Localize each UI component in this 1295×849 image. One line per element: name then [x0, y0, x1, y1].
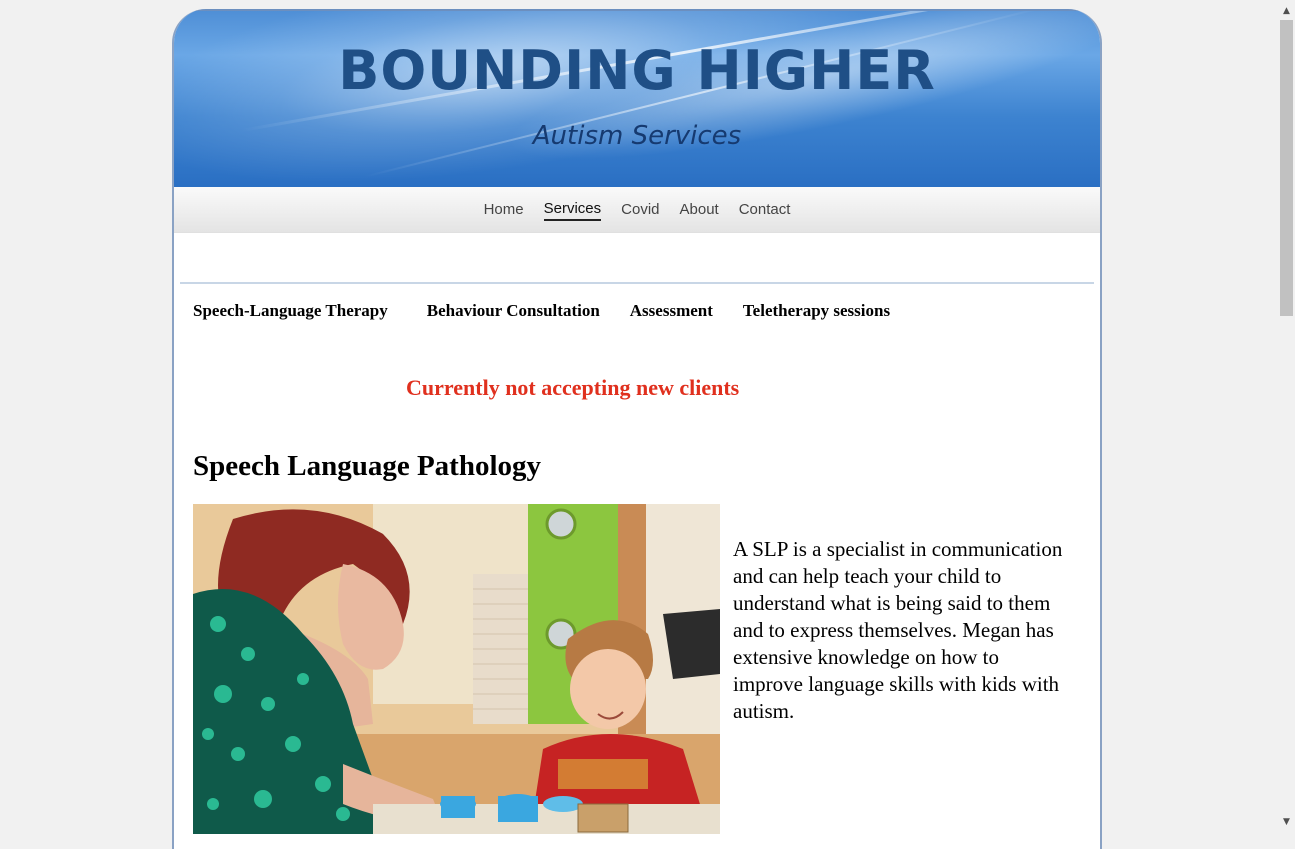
- services-subnav: Speech-Language Therapy Behaviour Consul…: [193, 301, 890, 321]
- horizontal-divider: [180, 282, 1094, 284]
- subnav-item-teletherapy-sessions[interactable]: Teletherapy sessions: [743, 301, 890, 321]
- availability-notice: Currently not accepting new clients: [406, 375, 740, 400]
- subnav-item-assessment[interactable]: Assessment: [630, 301, 713, 321]
- page-container: BOUNDING HIGHER Autism Services Home Ser…: [172, 9, 1102, 849]
- scrollbar-thumb[interactable]: [1280, 20, 1293, 316]
- scroll-up-icon[interactable]: ▲: [1278, 2, 1295, 19]
- subnav-item-speech-language-therapy[interactable]: Speech-Language Therapy: [193, 301, 388, 321]
- site-title: BOUNDING HIGHER: [338, 39, 936, 102]
- nav-item-about[interactable]: About: [680, 199, 719, 220]
- therapy-photo: [193, 504, 720, 834]
- section-description: A SLP is a specialist in communication a…: [733, 537, 1063, 723]
- scroll-down-icon[interactable]: ▼: [1278, 813, 1295, 830]
- nav-item-covid[interactable]: Covid: [621, 199, 659, 220]
- site-header-banner: BOUNDING HIGHER Autism Services: [174, 9, 1100, 187]
- nav-item-services[interactable]: Services: [543, 198, 602, 221]
- vertical-scrollbar[interactable]: ▲ ▼: [1278, 0, 1295, 832]
- nav-item-contact[interactable]: Contact: [739, 199, 791, 220]
- main-nav: Home Services Covid About Contact: [174, 187, 1100, 233]
- subnav-item-behaviour-consultation[interactable]: Behaviour Consultation: [427, 301, 600, 321]
- site-subtitle: Autism Services: [532, 121, 742, 151]
- section-heading: Speech Language Pathology: [193, 450, 542, 482]
- nav-item-home[interactable]: Home: [484, 199, 524, 220]
